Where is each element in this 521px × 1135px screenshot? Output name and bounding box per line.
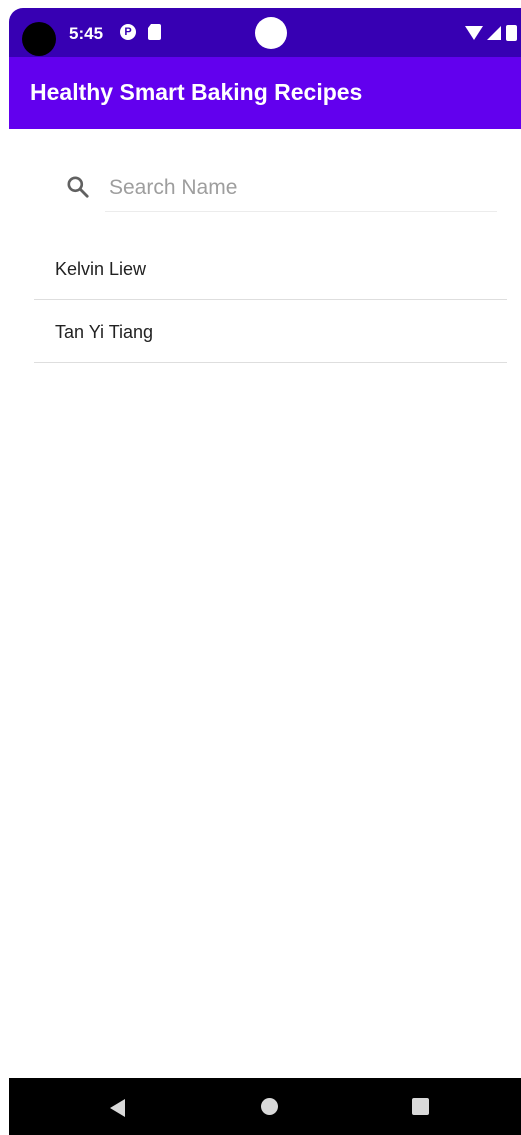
search-bar[interactable] [59,160,497,218]
sd-card-icon [148,24,161,40]
p-notification-icon: P [120,24,136,40]
list-item[interactable]: Kelvin Liew [34,237,507,300]
list-item[interactable]: Tan Yi Tiang [34,300,507,363]
search-icon [67,176,89,198]
status-icons-right [465,25,517,41]
search-input[interactable] [105,164,497,212]
front-camera [255,17,287,49]
recents-icon[interactable] [412,1098,429,1115]
app-title: Healthy Smart Baking Recipes [30,79,363,105]
battery-icon [506,25,517,41]
status-bar: 5:45 P [9,8,521,57]
app-screen: 5:45 P Healthy Smart Baking Recipes Kelv… [9,8,521,1135]
camera-cutout [22,22,56,56]
app-bar: Healthy Smart Baking Recipes [9,57,521,129]
name-list: Kelvin Liew Tan Yi Tiang [34,237,507,363]
wifi-icon [465,26,483,40]
list-item-label: Kelvin Liew [55,259,147,279]
signal-icon [487,26,501,40]
back-icon[interactable] [107,1098,127,1118]
home-icon[interactable] [261,1098,278,1115]
status-time: 5:45 [69,24,104,43]
navigation-bar [9,1078,521,1135]
list-item-label: Tan Yi Tiang [55,322,154,342]
